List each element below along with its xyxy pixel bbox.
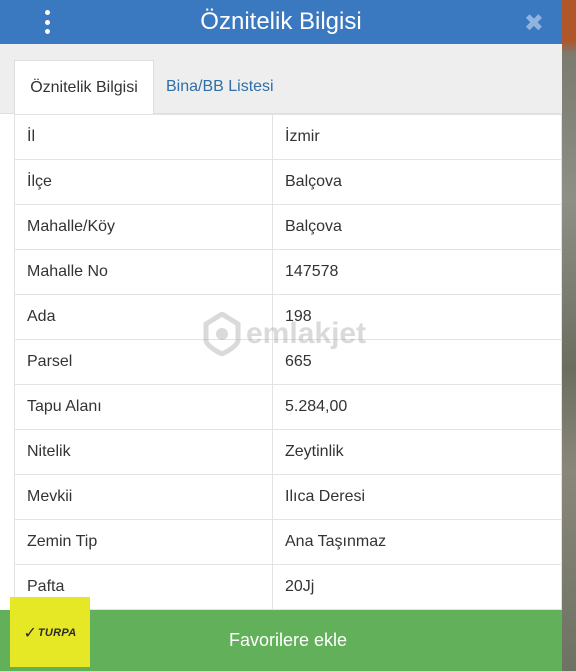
- table-row: Mevkii Ilıca Deresi: [14, 474, 562, 520]
- table-row: İlçe Balçova: [14, 159, 562, 205]
- table-row: Ada 198: [14, 294, 562, 340]
- attribute-table: İl İzmir İlçe Balçova Mahalle/Köy Balçova Maha…: [14, 114, 562, 610]
- attribute-value: Balçova: [272, 159, 562, 205]
- turpa-badge: ✓ TURPA: [10, 597, 90, 667]
- table-row: Tapu Alanı 5.284,00: [14, 384, 562, 430]
- table-row: Nitelik Zeytinlik: [14, 429, 562, 475]
- attribute-key: Mahalle/Köy: [14, 204, 273, 250]
- check-icon: ✓: [23, 625, 37, 642]
- add-to-favorites-label: Favorilere ekle: [228, 630, 348, 650]
- attribute-info-dialog: Öznitelik Bilgisi ✖ Öznitelik Bilgisi Bi…: [0, 0, 562, 671]
- table-row: Pafta 20Jj: [14, 564, 562, 610]
- attribute-key: Parsel: [14, 339, 273, 385]
- attribute-key: Zemin Tip: [14, 519, 273, 565]
- map-background-right: [560, 0, 576, 671]
- attribute-value: 5.284,00: [272, 384, 562, 430]
- attribute-value: Zeytinlik: [272, 429, 562, 475]
- more-options-icon[interactable]: [40, 10, 54, 34]
- attribute-value: İzmir: [272, 114, 562, 160]
- table-row: İl İzmir: [14, 114, 562, 160]
- tab-attribute-info[interactable]: Öznitelik Bilgisi: [14, 60, 154, 114]
- attribute-key: Mevkii: [14, 474, 273, 520]
- table-row: Mahalle No 147578: [14, 249, 562, 295]
- attribute-key: Ada: [14, 294, 273, 340]
- attribute-value: Balçova: [272, 204, 562, 250]
- attribute-key: Mahalle No: [14, 249, 273, 295]
- attribute-value: 665: [272, 339, 562, 385]
- table-row: Parsel 665: [14, 339, 562, 385]
- attribute-value: Ana Taşınmaz: [272, 519, 562, 565]
- attribute-key: İlçe: [14, 159, 273, 205]
- dialog-title: Öznitelik Bilgisi: [200, 8, 362, 35]
- close-icon[interactable]: ✖: [524, 9, 544, 38]
- attribute-value: Ilıca Deresi: [272, 474, 562, 520]
- table-row: Mahalle/Köy Balçova: [14, 204, 562, 250]
- tab-bar: Öznitelik Bilgisi Bina/BB Listesi: [0, 44, 562, 114]
- table-row: Zemin Tip Ana Taşınmaz: [14, 519, 562, 565]
- attribute-value: 198: [272, 294, 562, 340]
- attribute-value: 147578: [272, 249, 562, 295]
- attribute-key: Nitelik: [14, 429, 273, 475]
- attribute-value: 20Jj: [272, 564, 562, 610]
- tab-building-list[interactable]: Bina/BB Listesi: [154, 60, 286, 114]
- dialog-header: Öznitelik Bilgisi ✖: [0, 0, 562, 44]
- turpa-logo-text: TURPA: [37, 627, 77, 639]
- attribute-key: İl: [14, 114, 273, 160]
- attribute-key: Tapu Alanı: [14, 384, 273, 430]
